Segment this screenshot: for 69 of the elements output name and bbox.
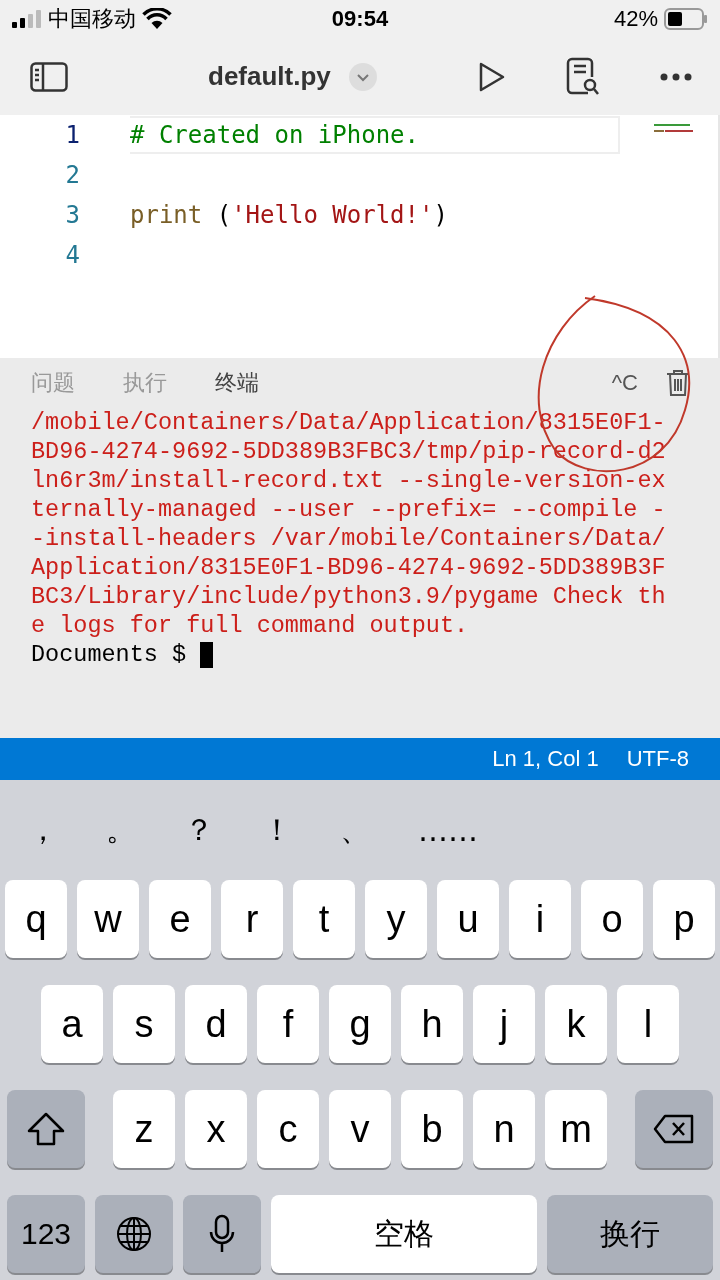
key[interactable]: d [185,985,247,1063]
key[interactable]: j [473,985,535,1063]
key[interactable]: q [5,880,67,958]
terminal-output-line: BC3/Library/include/python3.9/pygame Check th [31,582,667,611]
key[interactable]: e [149,880,211,958]
key[interactable]: r [221,880,283,958]
panel-tab[interactable]: 终端 [215,368,259,398]
key[interactable]: m [545,1090,607,1168]
return-key[interactable]: 换行 [547,1195,713,1273]
globe-icon [115,1215,153,1253]
line-number: 4 [64,241,80,269]
key[interactable]: o [581,880,643,958]
key[interactable]: s [113,985,175,1063]
code-line: print ('Hello World!') [130,200,449,231]
shift-icon [26,1111,66,1147]
sidebar-icon[interactable] [30,61,68,92]
backspace-key[interactable] [635,1090,713,1168]
terminal-output-line: ternally-managed --user --prefix= --compile - [31,495,667,524]
key[interactable]: w [77,880,139,958]
shift-key[interactable] [7,1090,85,1168]
key[interactable]: n [473,1090,535,1168]
line-number: 2 [64,161,80,189]
clock: 09:54 [330,6,390,32]
run-icon[interactable] [478,61,506,92]
signal-icon [12,9,42,29]
backspace-icon [653,1114,695,1144]
line-number: 3 [64,201,80,229]
terminal-output-line: e logs for full command output. [31,611,470,640]
terminal-output-line: -install-headers /var/mobile/Containers/Data/ [31,524,667,553]
document-search-icon[interactable] [566,56,600,97]
terminal-prompt: Documents $ [31,640,187,669]
key[interactable]: a [41,985,103,1063]
code-line: # Created on iPhone. [130,116,620,154]
file-name[interactable]: default.py [208,61,331,92]
terminal-output-line: ln6r3m/install-record.txt --single-version-ex [31,466,667,495]
key[interactable]: x [185,1090,247,1168]
key[interactable]: l [617,985,679,1063]
key[interactable]: g [329,985,391,1063]
minimap-drawing [652,123,696,135]
cursor-position[interactable]: Ln 1, Col 1 [492,746,599,772]
key[interactable]: f [257,985,319,1063]
key[interactable]: h [401,985,463,1063]
dictation-key[interactable] [183,1195,261,1273]
interrupt-button[interactable]: ^C [611,370,638,396]
microphone-icon [208,1214,236,1254]
encoding[interactable]: UTF-8 [626,746,689,772]
trash-icon[interactable] [666,369,690,397]
key[interactable]: b [401,1090,463,1168]
terminal-output-line: Application/8315E0F1-BD96-4274-9692-5DD389B3F [31,553,667,582]
key[interactable]: y [365,880,427,958]
key[interactable]: c [257,1090,319,1168]
battery-icon [664,8,708,30]
more-icon[interactable] [660,72,692,81]
carrier-name: 中国移动 [48,5,136,33]
battery-percentage: 42% [613,6,658,32]
key[interactable]: t [293,880,355,958]
text-cursor [200,641,214,668]
key[interactable]: v [329,1090,391,1168]
line-number: 1 [64,121,80,149]
numbers-key[interactable]: 123 [7,1195,85,1273]
key[interactable]: k [545,985,607,1063]
space-key[interactable]: 空格 [271,1195,537,1273]
wifi-icon [142,8,172,30]
key[interactable]: u [437,880,499,958]
globe-key[interactable] [95,1195,173,1273]
key[interactable]: z [113,1090,175,1168]
key[interactable]: p [653,880,715,958]
chevron-down-icon[interactable] [348,62,377,91]
key[interactable]: i [509,880,571,958]
